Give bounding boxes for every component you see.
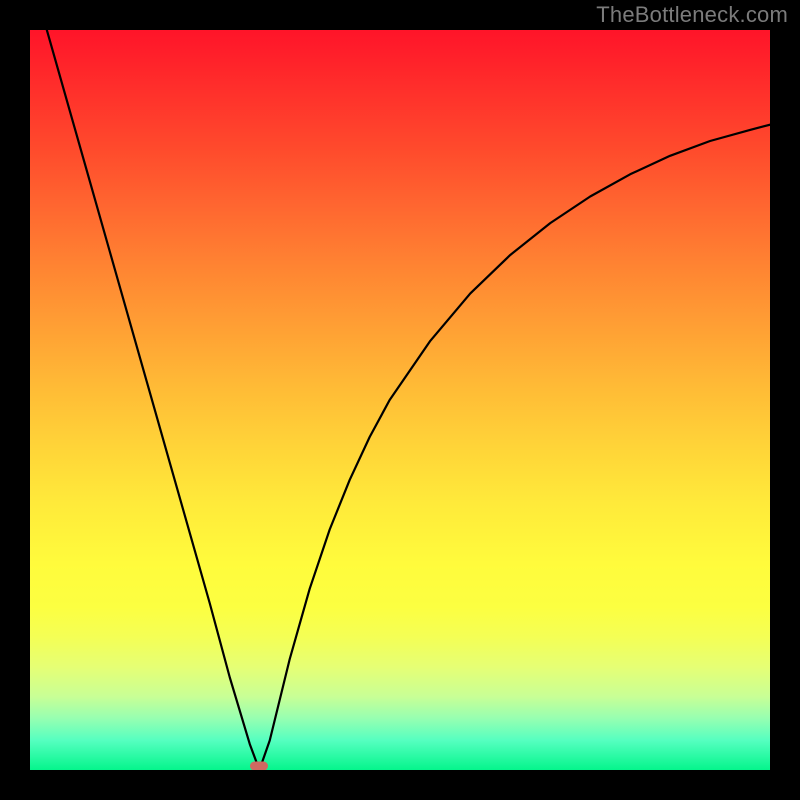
watermark-text: TheBottleneck.com — [596, 2, 788, 28]
optimal-point-marker — [250, 762, 268, 771]
plot-area — [30, 30, 770, 770]
chart-container: TheBottleneck.com — [0, 0, 800, 800]
bottleneck-curve — [30, 30, 770, 770]
